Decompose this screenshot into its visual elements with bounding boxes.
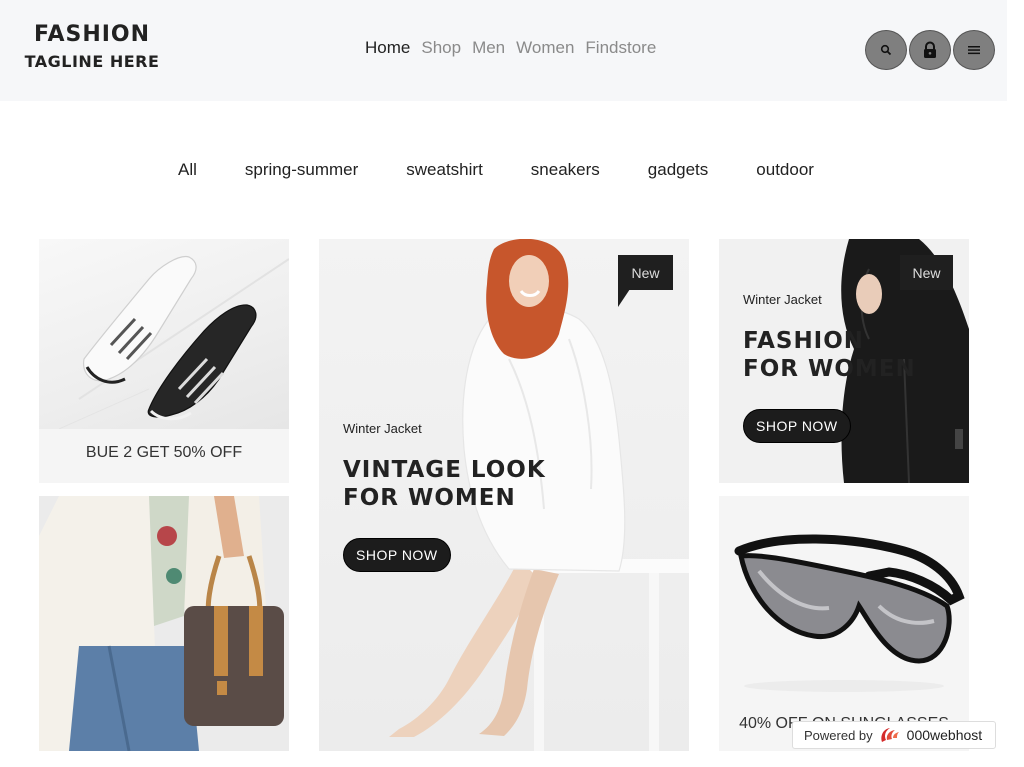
filter-spring-summer[interactable]: spring-summer (245, 160, 358, 180)
nav-men[interactable]: Men (472, 38, 505, 58)
webhost-logo-icon (881, 728, 899, 742)
powered-by-brand: 000webhost (906, 727, 983, 743)
logo-title: FASHION (33, 22, 151, 47)
nav-findstore[interactable]: Findstore (585, 38, 656, 58)
filter-sweatshirt[interactable]: sweatshirt (406, 160, 483, 180)
shoes-caption: BUE 2 GET 50% OFF (85, 444, 243, 461)
sneakers-image (39, 239, 289, 430)
main-nav: Home Shop Men Women Findstore (365, 38, 656, 58)
filter-outdoor[interactable]: outdoor (756, 160, 814, 180)
jacket-title-line1: FASHION (743, 328, 865, 354)
powered-by-badge[interactable]: Powered by 000webhost (792, 721, 996, 749)
sunglasses-image (734, 534, 965, 692)
account-button[interactable] (909, 30, 951, 70)
header-actions (865, 30, 995, 70)
new-badge: New (618, 255, 673, 290)
search-icon (880, 44, 892, 56)
filter-gadgets[interactable]: gadgets (648, 160, 709, 180)
handbag-image (39, 496, 289, 751)
filter-all[interactable]: All (178, 160, 197, 180)
lock-icon (924, 41, 936, 58)
promo-tile-bag[interactable] (39, 496, 289, 751)
logo[interactable]: FASHION TAGLINE HERE (17, 20, 167, 74)
logo-tagline: TAGLINE HERE (24, 52, 160, 71)
jacket-shop-now-button[interactable]: SHOP NOW (743, 409, 851, 443)
badge-tail (618, 289, 630, 307)
site-header: FASHION TAGLINE HERE Home Shop Men Women… (0, 0, 1007, 101)
search-button[interactable] (865, 30, 907, 70)
menu-button[interactable] (953, 30, 995, 70)
center-title-line1: VINTAGE LOOK (343, 457, 546, 483)
menu-icon (968, 46, 980, 55)
filter-sneakers[interactable]: sneakers (531, 160, 600, 180)
powered-by-label: Powered by (804, 727, 873, 743)
category-filters: All spring-summer sweatshirt sneakers ga… (178, 160, 814, 180)
jacket-title-line2: FOR WOMEN (743, 356, 916, 382)
hero-tile-vintage[interactable]: New Winter Jacket VINTAGE LOOK FOR WOMEN… (319, 239, 689, 751)
jacket-subtitle: Winter Jacket (743, 292, 822, 307)
promo-tile-jacket[interactable]: New Winter Jacket FASHION FOR WOMEN SHOP… (719, 239, 969, 483)
promo-tile-sunglasses[interactable]: 40% OFF ON SUNGLASSES (719, 496, 969, 751)
new-badge: New (900, 255, 953, 290)
nav-shop[interactable]: Shop (421, 38, 461, 58)
promo-tile-shoes[interactable]: BUE 2 GET 50% OFF (39, 239, 289, 483)
center-title-line2: FOR WOMEN (343, 485, 516, 511)
center-subtitle: Winter Jacket (343, 421, 422, 436)
center-shop-now-button[interactable]: SHOP NOW (343, 538, 451, 572)
nav-women[interactable]: Women (516, 38, 574, 58)
nav-home[interactable]: Home (365, 38, 410, 58)
